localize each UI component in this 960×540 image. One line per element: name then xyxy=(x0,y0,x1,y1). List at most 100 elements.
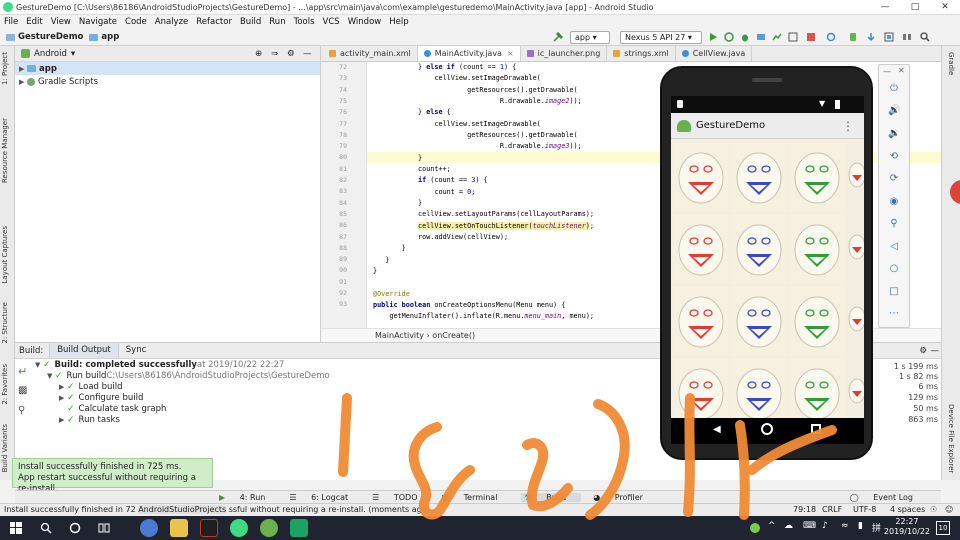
rerun-icon[interactable]: ↵ xyxy=(18,365,27,378)
toggle-view-icon[interactable]: ▩ xyxy=(18,385,27,396)
system-clock[interactable]: 22:27 2019/10/22 xyxy=(884,517,930,537)
menu-code[interactable]: Code xyxy=(125,17,147,27)
build-row[interactable]: ▼ ✓ Run build C:\Users\86186\AndroidStudio… xyxy=(47,371,330,381)
breadcrumb-module[interactable]: app xyxy=(89,32,119,42)
menu-build[interactable]: Build xyxy=(240,17,261,27)
expand-arrow-icon[interactable]: ▼ xyxy=(35,361,43,369)
gesture-cell[interactable] xyxy=(731,142,787,212)
status-message[interactable]: Install successfully finished in 72 Andr… xyxy=(4,504,430,516)
taskbar-file-explorer-icon[interactable] xyxy=(170,519,188,537)
taskbar-android-studio-icon[interactable] xyxy=(230,519,248,537)
power-icon[interactable]: ⏻ xyxy=(888,83,900,95)
tab-gradle[interactable]: Gradle xyxy=(947,52,955,75)
ime-icon[interactable]: 拼 xyxy=(872,521,881,534)
build-row[interactable]: ▶ ✓ Run tasks xyxy=(59,415,120,425)
search-everywhere-icon[interactable] xyxy=(920,32,930,42)
debug-icon[interactable] xyxy=(740,32,750,42)
attach-debugger-icon[interactable] xyxy=(788,32,798,42)
menu-file[interactable]: File xyxy=(4,17,18,27)
stop-icon[interactable] xyxy=(806,32,816,42)
build-row[interactable]: ✓ Calculate task graph xyxy=(67,404,166,414)
rotate-right-icon[interactable]: ⟳ xyxy=(888,173,900,185)
gesture-cell[interactable] xyxy=(789,286,845,356)
menu-help[interactable]: Help xyxy=(389,17,408,27)
event-log-button[interactable]: ◯ Event Log xyxy=(850,493,925,502)
file-encoding[interactable]: UTF-8 xyxy=(853,504,876,516)
cortana-icon[interactable] xyxy=(69,522,81,534)
nav-home-icon[interactable] xyxy=(761,423,773,435)
volume-down-icon[interactable]: 🔉 xyxy=(888,128,900,140)
apply-changes-icon[interactable] xyxy=(724,32,734,42)
tab-structure[interactable]: 2: Structure xyxy=(1,302,9,344)
tree-item-gradle-scripts[interactable]: ▶ Gradle Scripts xyxy=(15,75,320,88)
zoom-icon[interactable]: ⚲ xyxy=(888,218,900,230)
notification-center-icon[interactable]: 10 xyxy=(936,521,950,535)
expand-arrow-icon[interactable]: ▼ xyxy=(47,372,55,380)
breadcrumb-project[interactable]: GestureDemo xyxy=(6,32,83,42)
tree-item-app[interactable]: ▶ app xyxy=(15,62,320,75)
tab-build-variants[interactable]: Build Variants xyxy=(1,424,9,472)
tab-project[interactable]: 1: Project xyxy=(1,52,9,85)
run-config-select[interactable]: app ▾ xyxy=(570,31,610,44)
line-separator[interactable]: CRLF xyxy=(822,504,842,516)
minimize-button[interactable]: — xyxy=(870,0,900,15)
chevron-down-icon[interactable]: ▾ xyxy=(71,49,75,59)
keyboard-icon[interactable]: ⌨ xyxy=(803,521,816,531)
taskbar-app-icon[interactable] xyxy=(290,519,308,537)
close-emulator-icon[interactable]: ✕ xyxy=(898,66,905,75)
volume-icon[interactable]: ♪ xyxy=(822,521,828,531)
windows-start-icon[interactable] xyxy=(10,522,22,534)
camera-icon[interactable]: ◉ xyxy=(888,196,900,208)
overflow-menu-icon[interactable]: ⋮ xyxy=(842,119,854,133)
tool-build[interactable]: ⚒ Build xyxy=(521,492,582,502)
avd-manager-icon[interactable] xyxy=(848,32,858,42)
more-icon[interactable]: ⋯ xyxy=(888,308,900,320)
tray-app-icon[interactable] xyxy=(750,523,760,533)
gesture-cell[interactable] xyxy=(731,358,787,418)
caret-position[interactable]: 79:18 xyxy=(793,504,816,516)
maximize-button[interactable]: □ xyxy=(900,0,930,15)
gesture-cell[interactable] xyxy=(673,358,729,418)
tab-ic-launcher-png[interactable]: ic_launcher.png xyxy=(520,46,608,61)
hide-panel-icon[interactable]: — xyxy=(303,49,312,59)
menu-window[interactable]: Window xyxy=(348,17,382,27)
install-notification[interactable]: Install successfully finished in 725 ms.… xyxy=(12,458,213,494)
project-view-select[interactable]: Android xyxy=(34,49,67,59)
taskbar-jetbrains-icon[interactable] xyxy=(200,519,218,537)
sdk-manager-icon[interactable] xyxy=(866,32,876,42)
nav-back-icon[interactable]: ◀ xyxy=(713,424,721,435)
menu-analyze[interactable]: Analyze xyxy=(155,17,189,27)
build-row[interactable]: ▼ ✓ Build: completed successfully at 2019/… xyxy=(35,360,284,370)
tool-terminal[interactable]: ▩ Terminal xyxy=(442,493,510,502)
tab-resource-manager[interactable]: Resource Manager xyxy=(1,118,9,183)
hammer-icon[interactable] xyxy=(553,32,563,42)
build-row[interactable]: ▶ ✓ Configure build xyxy=(59,393,143,403)
profile-icon[interactable] xyxy=(772,32,782,42)
tab-favorites[interactable]: 2: Favorites xyxy=(1,364,9,405)
expand-arrow-icon[interactable]: ▶ xyxy=(59,383,67,391)
gesture-cell[interactable] xyxy=(673,142,729,212)
gesture-cell[interactable] xyxy=(731,214,787,284)
overview-icon[interactable]: □ xyxy=(888,286,900,298)
menu-view[interactable]: View xyxy=(51,17,71,27)
close-tab-icon[interactable]: × xyxy=(507,49,514,58)
taskbar-app-chat-icon[interactable] xyxy=(140,519,158,537)
emulator-screen[interactable]: ▼ GestureDemo ⋮ xyxy=(671,96,864,418)
home-icon[interactable]: ○ xyxy=(888,263,900,275)
sync-gradle-icon[interactable] xyxy=(826,32,836,42)
rotate-left-icon[interactable]: ⟲ xyxy=(888,151,900,163)
taskbar-emulator-icon[interactable] xyxy=(260,519,278,537)
tab-mainactivity-java[interactable]: MainActivity.java × xyxy=(417,46,521,61)
tab-strings-xml[interactable]: strings.xml xyxy=(607,46,676,61)
tab-layout-captures[interactable]: Layout Captures xyxy=(1,226,9,284)
hide-panel-icon[interactable]: — xyxy=(931,346,940,356)
tool-todo[interactable]: ☰ TODO xyxy=(372,493,429,502)
tab-device-file-explorer[interactable]: Device File Explorer xyxy=(947,404,955,473)
run-icon[interactable] xyxy=(708,32,718,42)
menu-tools[interactable]: Tools xyxy=(294,17,315,27)
gear-icon[interactable]: ⚙ xyxy=(287,49,295,59)
tool-run[interactable]: ▶ 4: Run xyxy=(219,493,277,502)
gesture-grid[interactable] xyxy=(671,140,864,418)
gesture-cell[interactable] xyxy=(673,286,729,356)
tab-activity-main-xml[interactable]: activity_main.xml xyxy=(323,46,418,61)
